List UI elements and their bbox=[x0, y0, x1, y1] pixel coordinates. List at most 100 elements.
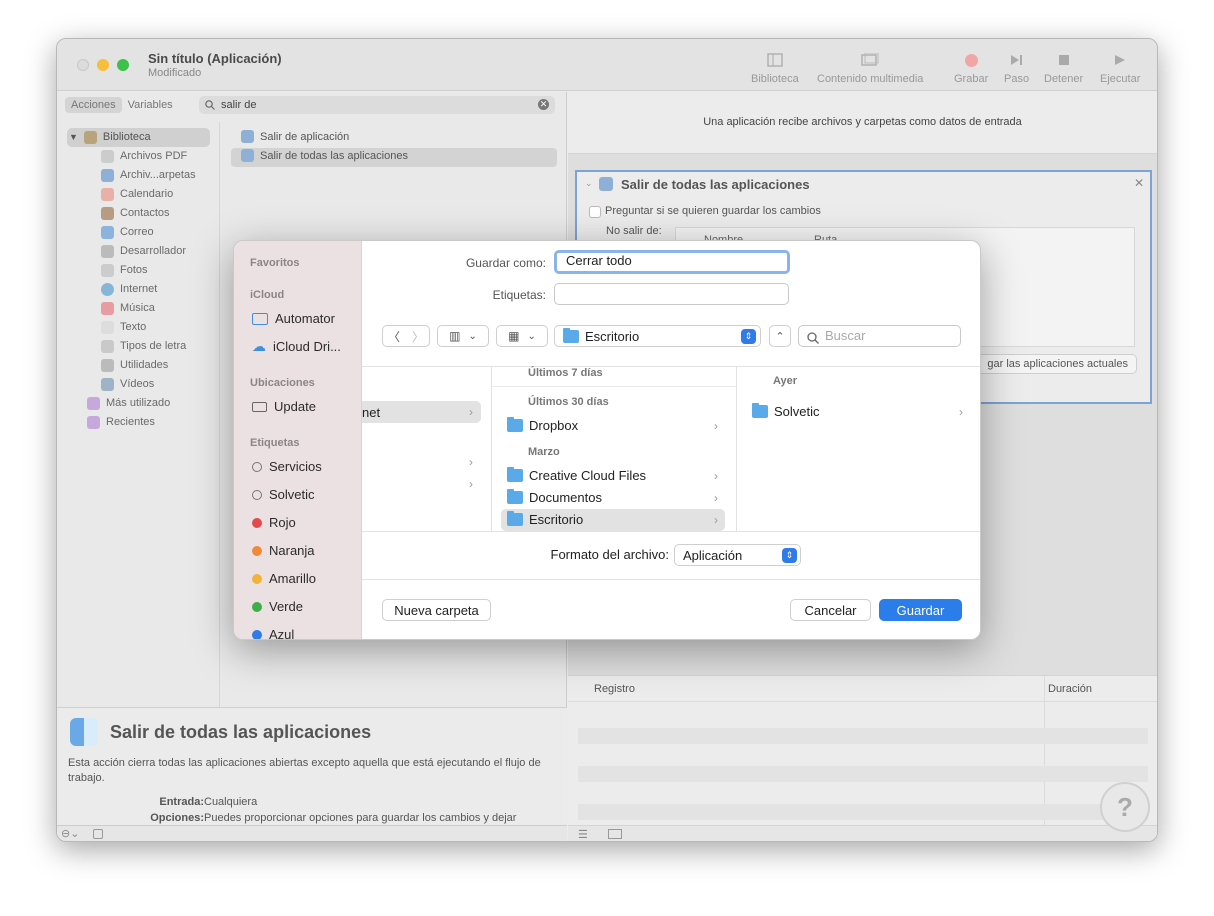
tab-actions[interactable]: Acciones bbox=[65, 97, 122, 113]
file-format-popup[interactable]: Aplicación ⇕ bbox=[674, 544, 801, 566]
location-popup[interactable]: Escritorio ⇕ bbox=[554, 325, 761, 347]
collapse-icon[interactable]: ⌄ bbox=[585, 178, 593, 189]
tools-icon bbox=[101, 244, 114, 258]
new-folder-button[interactable]: Nueva carpeta bbox=[382, 599, 491, 621]
library-item-utilities[interactable]: Utilidades bbox=[101, 356, 168, 374]
library-item-developer[interactable]: Desarrollador bbox=[101, 242, 186, 260]
locations-header: Ubicaciones bbox=[250, 377, 315, 389]
left-bottom-bar: ⊖⌄ bbox=[57, 825, 567, 841]
browser-item-solvetic[interactable]: Solvetic bbox=[752, 403, 820, 419]
toolbar-record-button[interactable]: Grabar bbox=[954, 51, 988, 85]
smart-folder-icon bbox=[87, 396, 100, 410]
help-badge: ? bbox=[1100, 782, 1150, 832]
tab-variables[interactable]: Variables bbox=[122, 97, 179, 113]
sidebar-item-automator[interactable]: Automator bbox=[252, 311, 335, 326]
finder-icon bbox=[241, 149, 254, 162]
updown-icon: ⇕ bbox=[782, 548, 797, 563]
group-button[interactable]: ▦ ⌄ bbox=[496, 325, 548, 347]
save-changes-checkbox[interactable] bbox=[589, 206, 601, 218]
library-item-photos[interactable]: Fotos bbox=[101, 261, 148, 279]
tag-naranja[interactable]: Naranja bbox=[252, 543, 315, 558]
toolbar-step-button[interactable]: Paso bbox=[1004, 51, 1029, 85]
action-quit-app[interactable]: Salir de aplicación bbox=[241, 130, 349, 143]
dialog-search-field[interactable]: Buscar bbox=[798, 325, 961, 347]
tag-verde[interactable]: Verde bbox=[252, 599, 303, 614]
library-item-mail[interactable]: Correo bbox=[101, 223, 154, 241]
options-value: Puedes proporcionar opciones para guarda… bbox=[204, 812, 517, 824]
toolbar-run-button[interactable]: Ejecutar bbox=[1100, 51, 1140, 85]
tags-field[interactable] bbox=[554, 283, 789, 305]
close-action-icon[interactable]: ✕ bbox=[1134, 176, 1144, 190]
description-toggle-icon[interactable] bbox=[93, 829, 103, 839]
library-item-videos[interactable]: Vídeos bbox=[101, 375, 154, 393]
sidebar-item-icloud-drive[interactable]: ☁ iCloud Dri... bbox=[252, 338, 341, 355]
finder-icon bbox=[241, 130, 254, 143]
tag-dot-icon bbox=[252, 601, 262, 612]
collapse-button[interactable]: ⌃ bbox=[769, 325, 791, 347]
tag-ring-icon bbox=[252, 461, 262, 472]
zoom-button[interactable] bbox=[117, 59, 129, 71]
tag-azul[interactable]: Azul bbox=[252, 627, 294, 639]
search-icon bbox=[205, 98, 215, 116]
save-button[interactable]: Guardar bbox=[879, 599, 962, 621]
step-icon bbox=[1010, 55, 1022, 65]
chevron-right-icon: › bbox=[714, 419, 718, 433]
action-box-title: Salir de todas las aplicaciones bbox=[621, 177, 810, 192]
smart-folder-icon bbox=[87, 415, 100, 429]
close-button[interactable] bbox=[77, 59, 89, 71]
library-item-text[interactable]: Texto bbox=[101, 318, 146, 336]
library-icon bbox=[767, 53, 783, 67]
play-icon bbox=[1115, 55, 1126, 65]
split-view-icon[interactable] bbox=[608, 829, 622, 839]
action-description: Salir de todas las aplicaciones Esta acc… bbox=[57, 707, 567, 827]
tag-rojo[interactable]: Rojo bbox=[252, 515, 296, 530]
folder-icon bbox=[507, 417, 523, 432]
add-current-apps-button[interactable]: gar las aplicaciones actuales bbox=[957, 354, 1137, 374]
library-item-most-used[interactable]: Más utilizado bbox=[87, 394, 170, 412]
action-menu-icon[interactable]: ⊖⌄ bbox=[61, 827, 79, 840]
tag-amarillo[interactable]: Amarillo bbox=[252, 571, 316, 586]
search-value: salir de bbox=[221, 99, 257, 111]
browser-item-dropbox[interactable]: Dropbox bbox=[507, 417, 578, 433]
search-icon bbox=[807, 330, 819, 350]
browser-item-escritorio[interactable]: Escritorio bbox=[507, 511, 583, 527]
toolbar-stop-button[interactable]: Detener bbox=[1044, 51, 1083, 85]
view-mode-button[interactable]: ▥ ⌄ bbox=[437, 325, 489, 347]
log-pane: Registro Duración ☰ bbox=[568, 675, 1157, 841]
description-text: Esta acción cierra todas las aplicacione… bbox=[68, 757, 541, 784]
back-icon: 〈 bbox=[387, 329, 400, 344]
grid-icon: ▦ bbox=[508, 329, 520, 343]
chevron-down-icon: ⌄ bbox=[527, 330, 536, 342]
header-marzo: Marzo bbox=[528, 446, 560, 458]
library-root-item[interactable]: ▼ Biblioteca bbox=[69, 128, 151, 146]
list-view-icon[interactable]: ☰ bbox=[578, 828, 588, 841]
browser-item-documentos[interactable]: Documentos bbox=[507, 489, 602, 505]
clear-search-icon[interactable]: ✕ bbox=[538, 99, 549, 110]
sidebar-item-update[interactable]: Update bbox=[252, 399, 316, 414]
action-quit-all-apps[interactable]: Salir de todas las aplicaciones bbox=[241, 149, 408, 162]
toolbar-media-button[interactable]: Contenido multimedia bbox=[817, 51, 923, 85]
library-item-recent[interactable]: Recientes bbox=[87, 413, 155, 431]
stop-icon bbox=[1058, 55, 1069, 65]
tag-servicios[interactable]: Servicios bbox=[252, 459, 322, 474]
browser-item-creative-cloud[interactable]: Creative Cloud Files bbox=[507, 467, 646, 483]
library-item-contacts[interactable]: Contactos bbox=[101, 204, 170, 222]
tag-solvetic[interactable]: Solvetic bbox=[252, 487, 315, 502]
actions-search-field[interactable]: salir de ✕ bbox=[199, 96, 555, 114]
toolbar-library-button[interactable]: Biblioteca bbox=[751, 51, 799, 85]
library-item-fonts[interactable]: Tipos de letra bbox=[101, 337, 186, 355]
minimize-button[interactable] bbox=[97, 59, 109, 71]
library-item-music[interactable]: Música bbox=[101, 299, 155, 317]
save-as-field[interactable]: Cerrar todo bbox=[554, 250, 790, 274]
browser-item-internet[interactable]: net bbox=[362, 405, 380, 420]
finder-icon bbox=[599, 177, 613, 191]
folder-icon bbox=[752, 403, 768, 418]
chevron-right-icon: › bbox=[959, 405, 963, 419]
library-item-calendar[interactable]: Calendario bbox=[101, 185, 173, 203]
cancel-button[interactable]: Cancelar bbox=[790, 599, 871, 621]
nav-back-forward[interactable]: 〈〉 bbox=[382, 325, 430, 347]
library-item-internet[interactable]: Internet bbox=[101, 280, 157, 298]
library-item-pdf[interactable]: Archivos PDF bbox=[101, 147, 187, 165]
chevron-right-icon: › bbox=[469, 405, 473, 419]
library-item-files[interactable]: Archiv...arpetas bbox=[101, 166, 196, 184]
